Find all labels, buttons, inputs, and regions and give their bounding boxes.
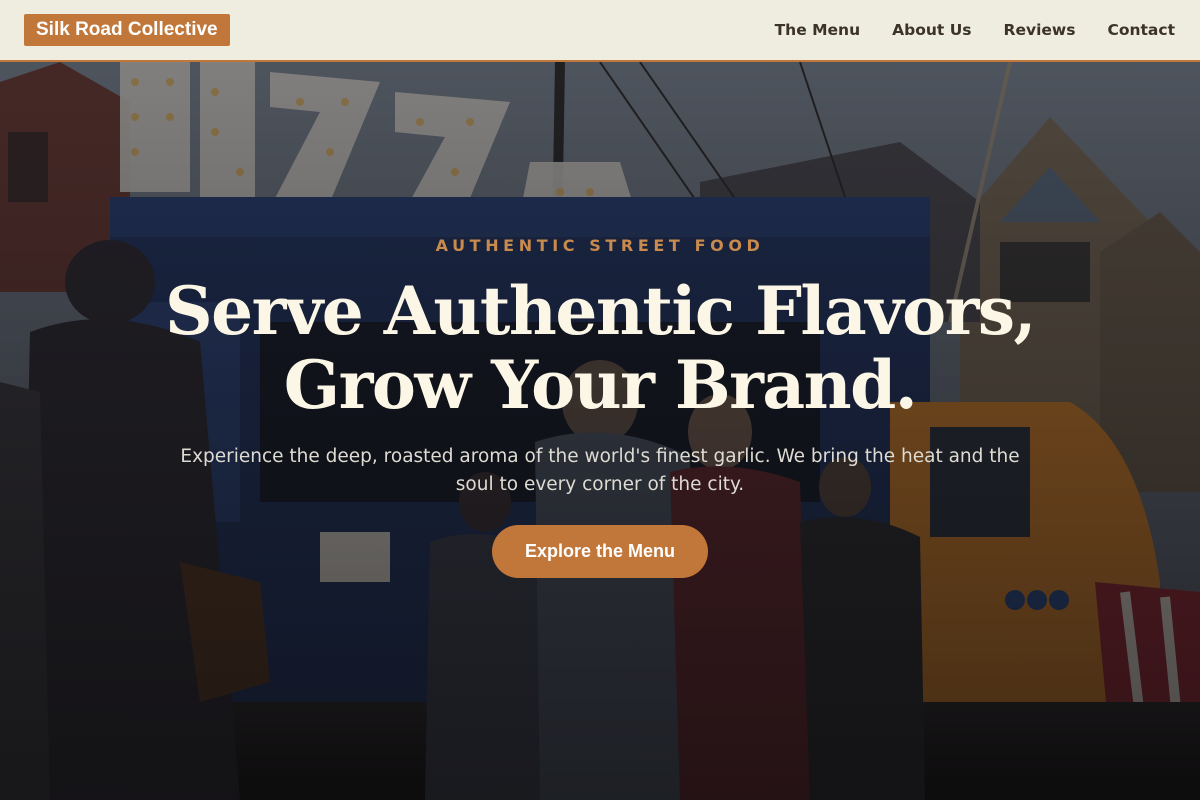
hero-headline-line-1: Serve Authentic Flavors, bbox=[164, 272, 1037, 350]
hero-headline-line-2: Grow Your Brand. bbox=[283, 346, 918, 424]
nav-link-reviews[interactable]: Reviews bbox=[1004, 21, 1076, 39]
hero-section: AUTHENTIC STREET FOOD Serve Authentic Fl… bbox=[0, 62, 1200, 800]
hero-eyebrow: AUTHENTIC STREET FOOD bbox=[435, 236, 765, 255]
nav-link-about[interactable]: About Us bbox=[892, 21, 971, 39]
main-nav: The Menu About Us Reviews Contact bbox=[743, 0, 1175, 60]
brand-logo[interactable]: Silk Road Collective bbox=[24, 14, 230, 46]
hero-content: AUTHENTIC STREET FOOD Serve Authentic Fl… bbox=[0, 62, 1200, 800]
nav-link-menu[interactable]: The Menu bbox=[775, 21, 861, 39]
hero-headline: Serve Authentic Flavors, Grow Your Brand… bbox=[0, 274, 1200, 422]
hero-subtitle: Experience the deep, roasted aroma of th… bbox=[180, 446, 1020, 495]
site-header: Silk Road Collective The Menu About Us R… bbox=[0, 0, 1200, 62]
explore-menu-button[interactable]: Explore the Menu bbox=[492, 525, 708, 578]
nav-link-contact[interactable]: Contact bbox=[1107, 21, 1175, 39]
